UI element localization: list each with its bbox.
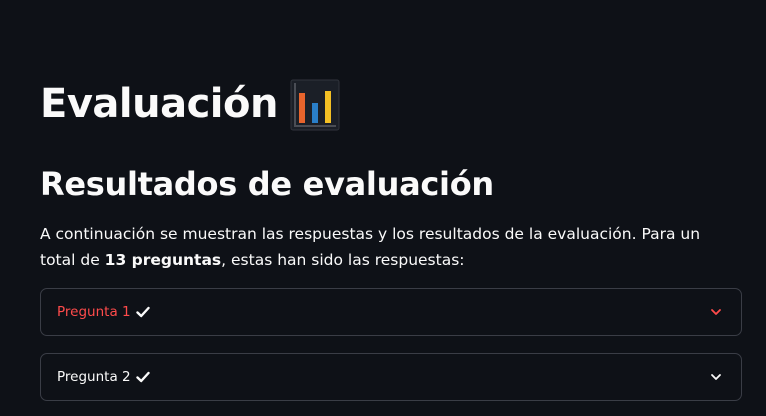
bar-chart-icon [290,79,340,131]
main-content: Evaluación Resultados de evaluación A co… [0,0,766,416]
chevron-down-icon[interactable] [709,370,723,384]
intro-text: A continuación se muestran las respuesta… [40,221,730,273]
expander-header[interactable]: Pregunta 1 [57,289,150,335]
chevron-down-icon[interactable] [709,305,723,319]
check-icon [135,371,150,383]
question-expander-2[interactable]: Pregunta 2 [40,353,742,401]
expander-label: Pregunta 1 [57,304,131,320]
check-icon [135,306,150,318]
section-title: Resultados de evaluación [40,165,494,203]
expander-header[interactable]: Pregunta 2 [57,354,150,400]
page-title: Evaluación [40,81,278,127]
intro-part-2: , estas han sido las respuestas: [221,251,465,269]
page-title-row: Evaluación [40,74,340,134]
intro-bold: 13 preguntas [104,251,222,269]
expander-label: Pregunta 2 [57,369,131,385]
question-expander-1[interactable]: Pregunta 1 [40,288,742,336]
